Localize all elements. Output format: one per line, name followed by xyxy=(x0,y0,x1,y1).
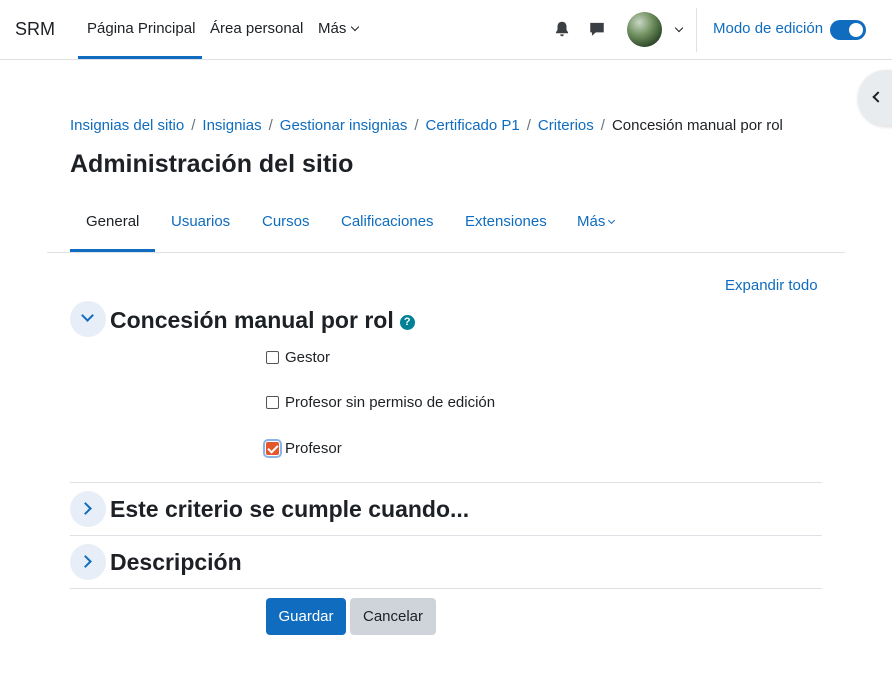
nav-active-indicator xyxy=(78,56,202,59)
breadcrumb-separator: / xyxy=(414,117,419,134)
save-button[interactable]: Guardar xyxy=(266,598,346,635)
tab-more[interactable]: Más xyxy=(577,213,616,230)
site-brand[interactable]: SRM xyxy=(15,19,55,40)
role-option-teacher[interactable]: Profesor xyxy=(263,439,342,458)
section-title-manual-by-role: Concesión manual por rol? xyxy=(110,307,415,334)
section-title-criteria-complete[interactable]: Este criterio se cumple cuando... xyxy=(110,496,469,523)
tab-active-indicator xyxy=(70,249,155,252)
section-divider xyxy=(70,482,822,483)
open-drawer-button[interactable] xyxy=(858,70,892,126)
help-icon[interactable]: ? xyxy=(399,315,415,330)
breadcrumb-item-manage-badges[interactable]: Gestionar insignias xyxy=(280,117,408,134)
section-title-text: Concesión manual por rol xyxy=(110,307,394,333)
chevron-down-icon xyxy=(351,22,360,32)
section-divider xyxy=(70,588,822,589)
section-divider xyxy=(70,535,822,536)
bell-icon[interactable] xyxy=(553,20,571,38)
breadcrumb-item-current: Concesión manual por rol xyxy=(611,117,783,134)
breadcrumb-item-criteria[interactable]: Criterios xyxy=(538,117,594,134)
role-label-manager: Gestor xyxy=(285,349,331,366)
expand-all-link[interactable]: Expandir todo xyxy=(725,277,818,294)
user-avatar[interactable] xyxy=(627,12,662,47)
role-checkbox-manager[interactable] xyxy=(266,351,279,364)
role-option-non-editing-teacher[interactable]: Profesor sin permiso de edición xyxy=(266,394,495,411)
role-checkbox-non-editing-teacher[interactable] xyxy=(266,396,279,409)
section-expand-toggle[interactable] xyxy=(70,491,106,527)
tab-grades[interactable]: Calificaciones xyxy=(341,213,434,230)
edit-mode-label: Modo de edición xyxy=(713,20,824,37)
breadcrumb-item-certificate[interactable]: Certificado P1 xyxy=(426,117,520,134)
tab-users[interactable]: Usuarios xyxy=(171,213,230,230)
tab-courses[interactable]: Cursos xyxy=(262,213,310,230)
nav-item-more[interactable]: Más xyxy=(318,20,360,37)
section-title-description[interactable]: Descripción xyxy=(110,549,242,576)
section-expand-toggle[interactable] xyxy=(70,544,106,580)
role-label-teacher: Profesor xyxy=(285,440,342,457)
message-icon[interactable] xyxy=(588,20,606,38)
breadcrumb: Insignias del sitio / Insignias / Gestionar … xyxy=(70,117,783,134)
role-checkbox-teacher[interactable] xyxy=(263,439,282,458)
cancel-button[interactable]: Cancelar xyxy=(350,598,436,635)
breadcrumb-item-badges[interactable]: Insignias xyxy=(202,117,261,134)
chevron-down-icon xyxy=(81,309,94,322)
chevron-left-icon xyxy=(872,91,884,103)
page-title: Administración del sitio xyxy=(70,150,354,178)
tab-more-label: Más xyxy=(577,213,606,230)
nav-item-home[interactable]: Página Principal xyxy=(87,20,195,37)
chevron-right-icon xyxy=(79,502,92,515)
toggle-knob xyxy=(849,23,863,37)
tab-general[interactable]: General xyxy=(86,213,139,230)
chevron-right-icon xyxy=(79,555,92,568)
top-navbar: SRM Página Principal Área personal Más M… xyxy=(0,0,892,60)
breadcrumb-separator: / xyxy=(268,117,273,134)
section-collapse-toggle[interactable] xyxy=(70,301,106,337)
chevron-down-icon[interactable] xyxy=(674,23,684,33)
breadcrumb-separator: / xyxy=(191,117,196,134)
nav-item-dashboard[interactable]: Área personal xyxy=(210,20,303,37)
role-label-non-editing-teacher: Profesor sin permiso de edición xyxy=(285,394,496,411)
chevron-down-icon xyxy=(608,216,616,225)
breadcrumb-separator: / xyxy=(600,117,605,134)
breadcrumb-separator: / xyxy=(526,117,531,134)
edit-mode-toggle[interactable] xyxy=(830,20,866,40)
breadcrumb-item-site-badges[interactable]: Insignias del sitio xyxy=(70,117,184,134)
secondary-navigation: General Usuarios Cursos Calificaciones E… xyxy=(47,200,845,253)
nav-item-more-label: Más xyxy=(318,20,347,37)
tab-plugins[interactable]: Extensiones xyxy=(465,213,547,230)
navbar-divider xyxy=(696,8,697,52)
role-option-manager[interactable]: Gestor xyxy=(266,349,330,366)
